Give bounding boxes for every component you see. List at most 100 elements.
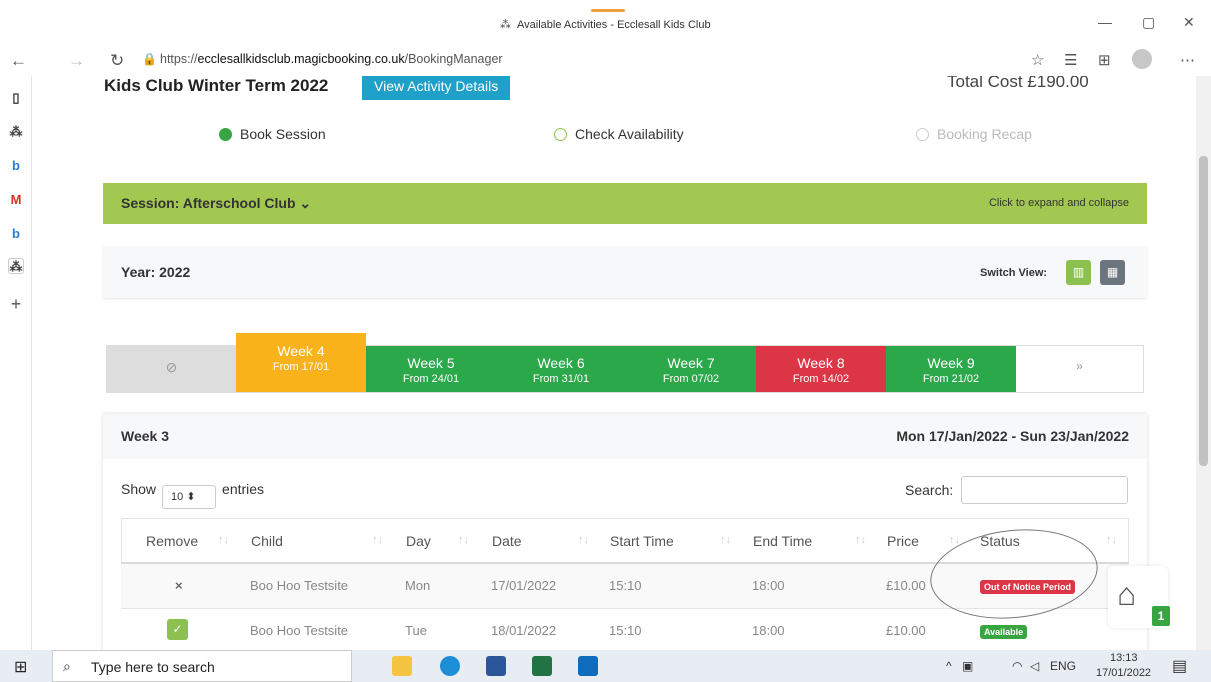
windows-start-icon[interactable]: ⊞ (14, 657, 27, 677)
bing-icon[interactable]: b (8, 158, 24, 174)
view-activity-details-button[interactable]: View Activity Details (362, 76, 511, 100)
file-explorer-icon[interactable] (392, 656, 412, 676)
magic-wand-icon: ⁂ (500, 19, 511, 31)
basket-button[interactable]: ⌂ 1 (1108, 566, 1170, 628)
status-badge: Available (980, 625, 1028, 639)
entries-select[interactable]: 10 ⬍ (162, 485, 217, 509)
sort-icon[interactable]: ↑↓ (578, 534, 589, 546)
collections-icon[interactable]: ⊞ (1098, 51, 1111, 69)
week-from: From 21/02 (922, 373, 980, 385)
week-title: Week 3 (121, 428, 169, 444)
search-label: Search: (905, 482, 954, 498)
tray-chevron-icon[interactable]: ^ (946, 659, 952, 673)
week-from: From 24/01 (402, 373, 460, 385)
tab-indicator (591, 9, 625, 12)
remove-icon[interactable]: × (175, 578, 183, 593)
col-end-time[interactable]: End Time (753, 533, 812, 549)
cell-start: 15:10 (609, 578, 642, 593)
add-icon[interactable]: + (8, 295, 24, 313)
col-day[interactable]: Day (406, 533, 431, 549)
week-8-tab[interactable]: Week 8 From 14/02 (756, 346, 886, 392)
clock-time[interactable]: 13:13 (1110, 652, 1138, 664)
week-label: Week 5 (407, 355, 455, 371)
session-label-text: Session: Afterschool Club (121, 195, 296, 211)
cell-end: 18:00 (752, 578, 785, 593)
year-bar: Year: 2022 Switch View: ▥ ▦ (103, 246, 1147, 298)
close-button[interactable]: ✕ (1183, 14, 1195, 31)
gmail-icon[interactable]: M (8, 192, 24, 208)
week-panel-header: Week 3 Mon 17/Jan/2022 - Sun 23/Jan/2022 (103, 414, 1147, 459)
network-icon[interactable]: ▣ (962, 659, 973, 673)
scrollbar-thumb[interactable] (1199, 156, 1208, 466)
favorites-icon[interactable]: ☰ (1064, 51, 1077, 69)
week-6-tab[interactable]: Week 6 From 31/01 (496, 346, 626, 392)
minimize-button[interactable]: — (1098, 14, 1112, 30)
session-hint: Click to expand and collapse (988, 197, 1129, 209)
clock-date[interactable]: 17/01/2022 (1096, 667, 1151, 679)
back-icon[interactable]: ← (10, 51, 27, 71)
outlook-icon[interactable] (578, 656, 598, 676)
sort-icon[interactable]: ↑↓ (218, 534, 229, 546)
url-field[interactable]: https://ecclesallkidsclub.magicbooking.c… (160, 52, 503, 66)
page-scrollbar[interactable] (1196, 76, 1211, 650)
cell-price: £10.00 (886, 578, 926, 593)
lock-icon[interactable]: 🔒 (142, 52, 157, 66)
week-9-tab[interactable]: Week 9 From 21/02 (886, 346, 1016, 392)
sort-icon[interactable]: ↑↓ (1106, 534, 1117, 546)
search-input[interactable] (961, 476, 1128, 504)
word-icon[interactable] (486, 656, 506, 676)
profile-avatar[interactable] (1132, 49, 1152, 69)
step-label: Booking Recap (937, 126, 1032, 142)
session-accordion[interactable]: Session: Afterschool Club ⌄ Click to exp… (103, 183, 1147, 224)
show-label: Show (121, 481, 157, 497)
week-label: Week 8 (797, 355, 845, 371)
read-aloud-icon[interactable]: ☆ (1031, 51, 1044, 69)
week-from: From 17/01 (272, 361, 330, 373)
list-view-icon[interactable]: ▥ (1066, 260, 1091, 285)
disabled-prev-button[interactable]: ⊘ (107, 346, 236, 392)
magic-wand-icon[interactable]: ⁂ (8, 258, 24, 274)
refresh-icon[interactable]: ↻ (110, 51, 124, 71)
taskbar-search[interactable]: ⌕ Type here to search (52, 650, 352, 682)
week-4-tab[interactable]: Week 4 From 17/01 (236, 333, 366, 392)
week-7-tab[interactable]: Week 7 From 07/02 (626, 346, 756, 392)
circle-icon (554, 128, 567, 141)
entries-label: entries (222, 481, 265, 497)
total-cost: Total Cost £190.00 (947, 76, 1089, 91)
forward-icon[interactable]: → (68, 51, 85, 71)
magic-wand-icon[interactable]: ⁂ (8, 124, 24, 140)
language-indicator[interactable]: ENG (1050, 659, 1076, 673)
edge-icon[interactable] (440, 656, 460, 676)
calendar-view-icon[interactable]: ▦ (1100, 260, 1125, 285)
cell-date: 18/01/2022 (491, 623, 557, 638)
tabs-icon[interactable]: ▯ (8, 90, 24, 106)
col-child[interactable]: Child (251, 533, 283, 549)
col-start-time[interactable]: Start Time (610, 533, 674, 549)
sort-icon[interactable]: ↑↓ (458, 534, 469, 546)
col-remove[interactable]: Remove (146, 533, 198, 549)
circle-icon (916, 128, 929, 141)
more-icon[interactable]: ⋯ (1180, 51, 1195, 69)
excel-icon[interactable] (532, 656, 552, 676)
week-from: From 14/02 (792, 373, 850, 385)
volume-icon[interactable]: ◁ (1030, 659, 1039, 673)
week-label: Week 4 (277, 343, 325, 359)
url-host: ecclesallkidsclub.magicbooking.co.uk (197, 52, 405, 66)
notifications-icon[interactable]: ▤ (1172, 656, 1187, 676)
cell-child: Boo Hoo Testsite (250, 578, 349, 593)
maximize-button[interactable]: ▢ (1142, 14, 1155, 31)
sort-icon[interactable]: ↑↓ (372, 534, 383, 546)
week-from: From 31/01 (532, 373, 590, 385)
step-book-session: Book Session (219, 126, 326, 142)
week-label: Week 6 (537, 355, 585, 371)
col-price[interactable]: Price (887, 533, 919, 549)
bing-icon[interactable]: b (8, 226, 24, 242)
wifi-icon[interactable]: ◠ (1012, 659, 1022, 673)
week-5-tab[interactable]: Week 5 From 24/01 (366, 346, 496, 392)
next-weeks-button[interactable]: » (1016, 346, 1143, 392)
sort-icon[interactable]: ↑↓ (855, 534, 866, 546)
col-date[interactable]: Date (492, 533, 522, 549)
step-check-availability: Check Availability (554, 126, 684, 142)
checkbox-icon[interactable]: ✓ (167, 619, 188, 640)
sort-icon[interactable]: ↑↓ (720, 534, 731, 546)
